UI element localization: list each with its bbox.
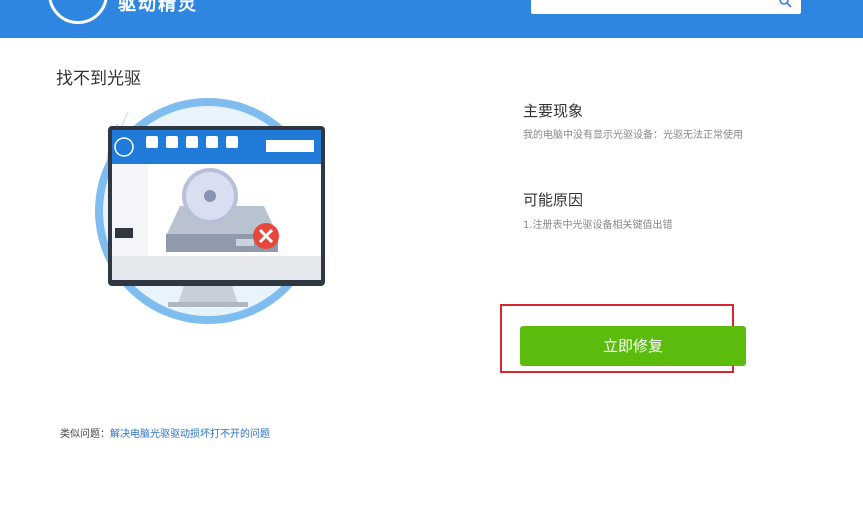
app-logo-icon: [48, 0, 108, 24]
app-title: 驱动精灵: [118, 0, 198, 15]
error-x-icon: [253, 223, 279, 249]
monitor-illustration: [95, 98, 325, 324]
fix-now-button[interactable]: 立即修复: [520, 326, 746, 366]
page-title: 找不到光驱: [56, 69, 141, 89]
search-input[interactable]: [531, 0, 801, 14]
related-link[interactable]: 解决电脑光驱驱动损坏打不开的问题: [110, 429, 270, 440]
cause-title: 可能原因: [523, 191, 584, 209]
cause-description: 1.注册表中光驱设备相关键值出错: [523, 220, 673, 231]
related-question: 类似问题：解决电脑光驱驱动损坏打不开的问题: [60, 425, 270, 440]
symptom-description: 我的电脑中没有显示光驱设备：光驱无法正常使用: [523, 130, 743, 141]
app-header: 驱动精灵: [0, 0, 863, 38]
symptom-title: 主要现象: [523, 102, 584, 120]
related-prefix: 类似问题：: [60, 429, 110, 440]
search-icon[interactable]: [778, 0, 792, 8]
